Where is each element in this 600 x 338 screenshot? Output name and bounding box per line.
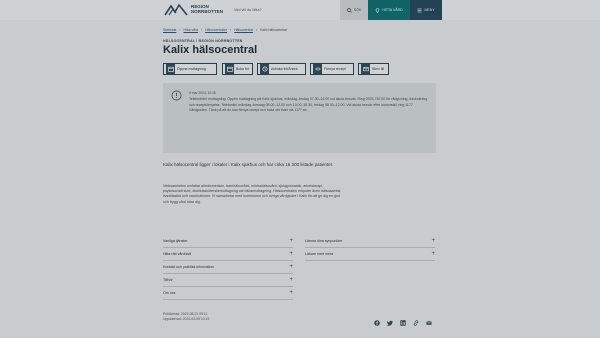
page-meta: Publicerad: 2019-08-21 09:11 Uppdaterad:… <box>163 312 209 322</box>
accordion-label: Om oss <box>163 291 176 295</box>
plus-icon: + <box>289 277 293 283</box>
link-icon[interactable] <box>413 313 419 326</box>
info-notice: 5 mar 2024, 10:15 Telefontider mottagnin… <box>163 83 436 153</box>
plus-icon: + <box>431 251 435 257</box>
hamburger-icon <box>417 8 422 12</box>
action-label: Boka tid <box>236 67 249 71</box>
accordion-belongs-to[interactable]: Tillhör + <box>163 274 293 287</box>
open-clinic-button[interactable]: Öppna mottagning <box>163 63 217 75</box>
breadcrumb: Startsida › Hitta vård › Hälsocentraler › H… <box>163 28 287 32</box>
plus-icon: + <box>289 238 293 244</box>
alert-icon <box>171 90 182 101</box>
linkedin-icon[interactable] <box>400 313 406 326</box>
breadcrumb-separator: › <box>179 28 181 32</box>
find-care-button[interactable]: HITTA VÅRD <box>368 0 410 20</box>
plus-icon: + <box>289 251 293 257</box>
renew-prescription-button[interactable]: Förnya recept <box>310 63 354 75</box>
notice-date: 5 mar 2024, 10:15 <box>189 91 216 95</box>
site-header: REGION NORRBOTTEN Vad vill du hitta? SÖK… <box>0 0 600 20</box>
action-label: Öppna mottagning <box>177 67 206 71</box>
find-care-label: HITTA VÅRD <box>382 8 403 12</box>
accordion-feedback[interactable]: Lämna dina synpunkter + <box>305 235 435 248</box>
logo-text: REGION NORRBOTTEN <box>191 5 223 14</box>
accordion-label: Lämna dina synpunkter <box>305 239 343 243</box>
intro-text: Kalix hälsocentral ligger i lokaler i Ka… <box>163 162 334 167</box>
write-message-button[interactable]: Skriv till <box>358 63 389 75</box>
accordion-contact-info[interactable]: Kontakt och praktisk information + <box>163 261 293 274</box>
plus-icon: + <box>289 290 293 296</box>
search-button-label: SÖK <box>353 8 362 12</box>
accordion-care-level[interactable]: Hitta rätt vårdnivå + <box>163 248 293 261</box>
body-text: Verksamheten omfattar allmänmedicin, bar… <box>163 184 342 204</box>
breadcrumb-item[interactable]: Startsida <box>163 28 176 32</box>
mail-icon[interactable] <box>426 313 432 325</box>
accordion-label: Läkare med mera <box>305 252 334 256</box>
facebook-icon[interactable] <box>374 313 380 326</box>
calendar-icon <box>166 64 175 74</box>
breadcrumb-item[interactable]: Hälsocentral <box>234 28 253 32</box>
search-button[interactable]: SÖK <box>340 0 368 20</box>
breadcrumb-item[interactable]: Hitta vård <box>184 28 199 32</box>
accordion-doctors[interactable]: Läkare med mera + <box>305 248 435 261</box>
location-pin-icon <box>376 7 380 13</box>
action-label: Skriv till <box>372 67 385 71</box>
search-input[interactable]: Vad vill du hitta? <box>226 3 340 17</box>
breadcrumb-separator: › <box>256 28 258 32</box>
action-label: Avboka tid/Ändra <box>271 67 298 71</box>
updated-date: Uppdaterad: 2024-03-05 10:15 <box>163 317 210 322</box>
action-bar: Öppna mottagning Boka tid Avboka tid/Änd… <box>163 63 438 77</box>
menu-label: MENY <box>424 8 435 12</box>
accordion-about-us[interactable]: Om oss + <box>163 287 293 300</box>
region-logo[interactable]: REGION NORRBOTTEN <box>164 3 223 17</box>
cancel-appointment-button[interactable]: Avboka tid/Ändra <box>257 63 306 75</box>
share-links <box>374 313 432 326</box>
breadcrumb-current: Kalix hälsocentral <box>260 28 287 32</box>
breadcrumb-separator: › <box>201 28 203 32</box>
logo-line-2: NORRBOTTEN <box>191 9 223 14</box>
book-appointment-button[interactable]: Boka tid <box>222 63 253 75</box>
breadcrumb-separator: › <box>230 28 232 32</box>
action-label: Förnya recept <box>324 67 346 71</box>
notice-text: Telefontider mottagning: Öppen mottagnin… <box>189 97 428 113</box>
accordion-label: Kontakt och praktisk information <box>163 265 215 269</box>
pill-icon <box>313 64 322 74</box>
menu-button[interactable]: MENY <box>410 0 442 20</box>
accordion-label: Hitta rätt vårdnivå <box>163 252 192 256</box>
page-title: Kalix hälsocentral <box>163 44 258 56</box>
page-kicker: HÄLSOCENTRAL I REGION NORRBOTTEN <box>163 39 243 43</box>
plus-icon: + <box>289 264 293 270</box>
accordion-common-services[interactable]: Vanliga tjänster + <box>163 235 293 248</box>
accordion-label: Tillhör <box>163 278 173 282</box>
clock-icon <box>260 64 269 74</box>
search-icon <box>346 7 352 13</box>
logo-mark-icon <box>164 3 188 16</box>
envelope-icon <box>361 64 370 74</box>
twitter-icon[interactable] <box>386 313 393 326</box>
breadcrumb-item[interactable]: Hälsocentraler <box>205 28 227 32</box>
calendar-icon <box>225 64 234 74</box>
accordion-label: Vanliga tjänster <box>163 239 188 243</box>
plus-icon: + <box>431 238 435 244</box>
